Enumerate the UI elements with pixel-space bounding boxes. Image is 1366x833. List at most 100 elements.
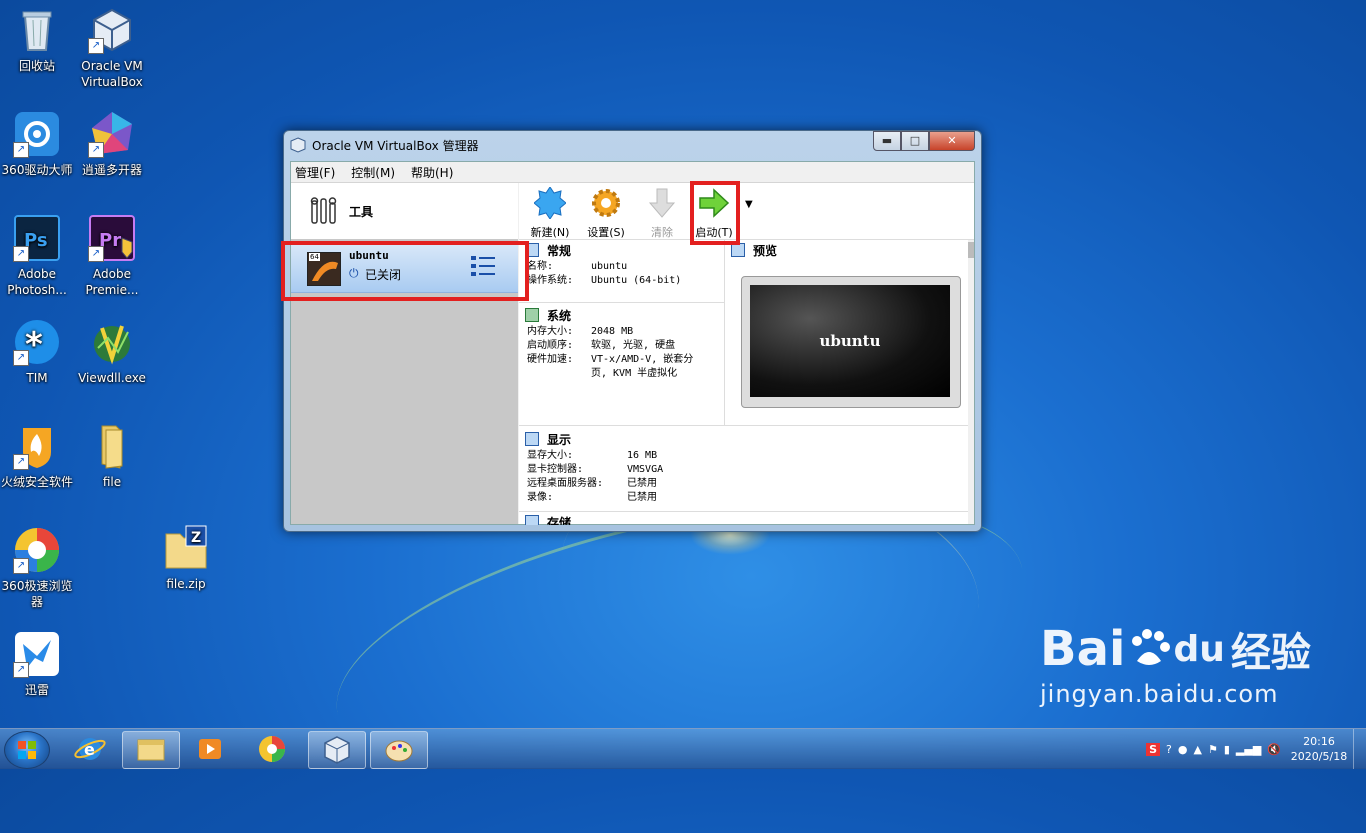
menu-help[interactable]: 帮助(H) — [411, 164, 453, 181]
tools-item[interactable]: 工具 — [291, 183, 518, 239]
menu-manage[interactable]: 管理(F) — [295, 164, 335, 181]
help-icon[interactable]: ? — [1166, 743, 1172, 756]
window-client-area: 管理(F) 控制(M) 帮助(H) 工具 64 ubuntu ⏻ 已关闭 新建(… — [281, 161, 975, 525]
watermark-cn: 经验 — [1230, 630, 1311, 676]
desktop-icon-label: 迅雷 — [24, 683, 49, 697]
boot-order-key: 启动顺序: — [527, 340, 574, 351]
minimize-button[interactable]: ▬ — [873, 131, 901, 151]
desktop-icon-label: 360极速浏览器 — [1, 579, 73, 609]
storage-icon — [525, 515, 539, 525]
memory-key: 内存大小: — [527, 326, 574, 337]
maximize-button[interactable]: □ — [901, 131, 929, 151]
section-title: 显示 — [547, 432, 572, 447]
sogou-input-icon[interactable]: S — [1146, 742, 1161, 756]
paint-icon — [385, 740, 413, 762]
shortcut-arrow-icon: ↗ — [88, 142, 104, 158]
360-driver-icon: ↗ — [13, 110, 61, 158]
windows-logo-icon — [18, 741, 36, 759]
360-browser-icon — [259, 736, 285, 762]
desktop-icon-recycle-bin[interactable]: 回收站 — [0, 6, 77, 74]
desktop-icon-xiaoyao[interactable]: ↗ 逍遥多开器 — [72, 110, 152, 178]
boot-order-value: 软驱, 光驱, 硬盘 — [591, 340, 676, 351]
taskbar-paint[interactable] — [370, 731, 428, 769]
desktop-icon-360-driver[interactable]: ↗ 360驱动大师 — [0, 110, 77, 178]
chip-icon — [525, 308, 539, 322]
taskbar-explorer[interactable] — [122, 731, 180, 769]
tim-icon: * ↗ — [13, 318, 61, 366]
premiere-icon: Pr ↗ — [88, 214, 136, 262]
system-section: 系统 内存大小: 2048 MB 启动顺序: 软驱, 光驱, 硬盘 硬件加速: VT-… — [519, 302, 724, 381]
desktop-icon-xunlei[interactable]: ↗ 迅雷 — [0, 630, 77, 698]
details-scrollbar[interactable] — [968, 240, 974, 524]
close-button[interactable]: ✕ — [929, 131, 975, 151]
desktop-icon-label: 火绒安全软件 — [0, 475, 73, 489]
start-button[interactable] — [4, 731, 50, 769]
preview-screen: ubuntu — [750, 285, 950, 397]
taskbar-virtualbox[interactable] — [308, 731, 366, 769]
desktop-icon-label: 回收站 — [18, 59, 55, 73]
360-browser-icon: ↗ — [13, 526, 61, 574]
recording-key: 录像: — [527, 492, 554, 503]
desktop-icon-label: file.zip — [166, 577, 206, 591]
settings-label: 设置(S) — [587, 226, 625, 239]
machine-list-pane: 工具 64 ubuntu ⏻ 已关闭 — [291, 183, 518, 524]
virtualbox-icon — [290, 137, 306, 153]
watermark-brand: Bai — [1040, 621, 1126, 677]
desktop-icon-tim[interactable]: * ↗ TIM — [0, 318, 77, 386]
section-title: 常规 — [547, 243, 572, 258]
name-key: 名称: — [527, 261, 554, 272]
scrollbar-thumb[interactable] — [968, 242, 974, 258]
start-dropdown-icon[interactable]: ▼ — [745, 199, 753, 210]
taskbar-ie[interactable]: e — [62, 731, 118, 767]
volume-muted-icon[interactable]: 🔇 — [1267, 743, 1281, 756]
shortcut-arrow-icon: ↗ — [13, 662, 29, 678]
new-label: 新建(N) — [530, 226, 570, 239]
recycle-bin-icon — [13, 6, 61, 54]
discard-button[interactable]: 清除 — [637, 187, 687, 240]
desktop-icon-photoshop[interactable]: Ps ↗ Adobe Photosh... — [0, 214, 77, 298]
system-tray: S ? ● ▲ ⚑ ▮ ▂▄▆ 🔇 20:16 2020/5/18 — [1146, 729, 1366, 769]
zip-icon: Z — [162, 524, 210, 572]
device-icon[interactable]: ▮ — [1224, 743, 1230, 756]
svg-text:Z: Z — [191, 530, 201, 546]
menu-control[interactable]: 控制(M) — [351, 164, 395, 181]
monitor-icon — [731, 243, 745, 257]
signal-bars-icon[interactable]: ▂▄▆ — [1236, 743, 1261, 756]
settings-button[interactable]: 设置(S) — [581, 187, 631, 240]
desktop-icon-virtualbox[interactable]: ↗ Oracle VM VirtualBox — [72, 6, 152, 90]
desktop-icon-label: 360驱动大师 — [1, 163, 73, 177]
desktop-icon-premiere[interactable]: Pr ↗ Adobe Premie... — [72, 214, 152, 298]
desktop-icon-label: TIM — [26, 371, 48, 385]
graphics-controller-value: VMSVGA — [627, 464, 664, 475]
acceleration-key: 硬件加速: — [527, 354, 574, 365]
xunlei-icon: ↗ — [13, 630, 61, 678]
desktop-icon-file-folder[interactable]: file — [72, 422, 152, 490]
clock[interactable]: 20:16 2020/5/18 — [1285, 734, 1353, 764]
show-desktop-button[interactable] — [1353, 729, 1366, 769]
taskbar: e S ? ● ▲ ⚑ ▮ ▂▄▆ 🔇 20:16 2020/5/18 — [0, 728, 1366, 769]
show-hidden-icons-icon[interactable]: ▲ — [1194, 743, 1202, 756]
discard-label: 清除 — [651, 226, 673, 239]
ie-icon: e — [74, 738, 106, 760]
preview-section: 预览 ubuntu — [724, 240, 975, 425]
desktop-icon-huorong[interactable]: ↗ 火绒安全软件 — [0, 422, 77, 490]
desktop-icon-viewdll[interactable]: Viewdll.exe — [72, 318, 152, 386]
window-titlebar[interactable]: Oracle VM VirtualBox 管理器 ▬ □ ✕ — [284, 131, 981, 159]
new-button[interactable]: 新建(N) — [525, 186, 575, 240]
menu-bar: 管理(F) 控制(M) 帮助(H) — [291, 162, 974, 183]
desktop-icon-file-zip[interactable]: Z file.zip — [146, 524, 226, 592]
paw-icon — [1132, 629, 1171, 665]
network-status-icon[interactable]: ● — [1178, 743, 1188, 756]
new-vm-icon — [533, 186, 567, 220]
preview-frame: ubuntu — [741, 276, 961, 408]
taskbar-360-browser[interactable] — [244, 731, 300, 767]
taskbar-media[interactable] — [182, 731, 238, 767]
watermark-brand-2: du — [1173, 628, 1225, 670]
shortcut-arrow-icon: ↗ — [13, 454, 29, 470]
highlight-start-button — [690, 181, 740, 245]
desktop-icon-360-browser[interactable]: ↗ 360极速浏览器 — [0, 526, 77, 610]
arrow-down-icon — [648, 188, 676, 218]
folder-icon — [88, 422, 136, 470]
acceleration-value-cont: 页, KVM 半虚拟化 — [591, 368, 678, 379]
action-center-flag-icon[interactable]: ⚑ — [1208, 743, 1218, 756]
